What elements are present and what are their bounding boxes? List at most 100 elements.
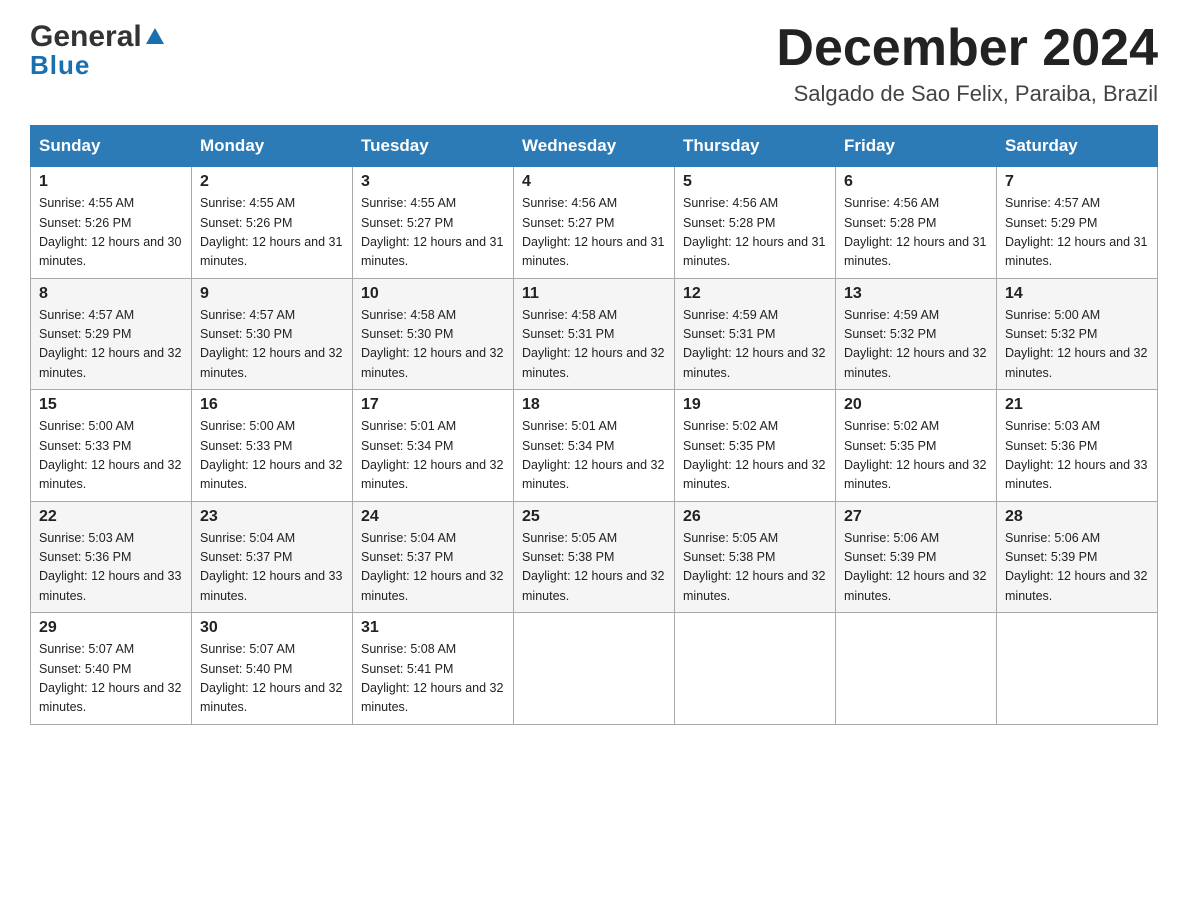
main-title: December 2024 (776, 20, 1158, 77)
calendar-cell: 14 Sunrise: 5:00 AMSunset: 5:32 PMDayligh… (997, 278, 1158, 390)
day-number: 22 (39, 508, 183, 526)
day-number: 16 (200, 396, 344, 414)
calendar-cell: 18Sunrise: 5:01 AMSunset: 5:34 PMDayligh… (514, 390, 675, 502)
header-thursday: Thursday (675, 126, 836, 167)
calendar-cell: 26 Sunrise: 5:05 AMSunset: 5:38 PMDayligh… (675, 501, 836, 613)
day-info: Sunrise: 5:06 AMSunset: 5:39 PMDaylight:… (844, 529, 988, 607)
day-number: 4 (522, 173, 666, 191)
day-number: 24 (361, 508, 505, 526)
calendar-cell: 20Sunrise: 5:02 AMSunset: 5:35 PMDayligh… (836, 390, 997, 502)
day-info: Sunrise: 5:03 AMSunset: 5:36 PMDaylight:… (1005, 417, 1149, 495)
calendar-cell: 12 Sunrise: 4:59 AMSunset: 5:31 PMDayligh… (675, 278, 836, 390)
day-info: Sunrise: 5:01 AMSunset: 5:34 PMDaylight:… (361, 417, 505, 495)
day-number: 28 (1005, 508, 1149, 526)
day-number: 10 (361, 285, 505, 303)
header-saturday: Saturday (997, 126, 1158, 167)
day-info: Sunrise: 4:56 AMSunset: 5:28 PMDaylight:… (844, 194, 988, 272)
logo-triangle-icon (144, 26, 166, 48)
day-number: 20 (844, 396, 988, 414)
day-info: Sunrise: 5:05 AMSunset: 5:38 PMDaylight:… (683, 529, 827, 607)
calendar-cell (997, 613, 1158, 725)
day-info: Sunrise: 4:59 AMSunset: 5:31 PMDaylight:… (683, 306, 827, 384)
day-info: Sunrise: 5:03 AMSunset: 5:36 PMDaylight:… (39, 529, 183, 607)
calendar-cell: 3Sunrise: 4:55 AMSunset: 5:27 PMDaylight… (353, 167, 514, 279)
day-number: 9 (200, 285, 344, 303)
day-number: 17 (361, 396, 505, 414)
header-friday: Friday (836, 126, 997, 167)
calendar-cell: 11 Sunrise: 4:58 AMSunset: 5:31 PMDayligh… (514, 278, 675, 390)
calendar-cell: 5 Sunrise: 4:56 AMSunset: 5:28 PMDaylight… (675, 167, 836, 279)
day-info: Sunrise: 4:56 AMSunset: 5:28 PMDaylight:… (683, 194, 827, 272)
day-number: 25 (522, 508, 666, 526)
calendar-week-row: 15 Sunrise: 5:00 AMSunset: 5:33 PMDayligh… (31, 390, 1158, 502)
day-number: 23 (200, 508, 344, 526)
day-info: Sunrise: 4:57 AMSunset: 5:29 PMDaylight:… (1005, 194, 1149, 272)
day-number: 13 (844, 285, 988, 303)
calendar-cell (675, 613, 836, 725)
calendar-cell: 16 Sunrise: 5:00 AMSunset: 5:33 PMDayligh… (192, 390, 353, 502)
calendar-cell: 4 Sunrise: 4:56 AMSunset: 5:27 PMDaylight… (514, 167, 675, 279)
calendar-cell: 6 Sunrise: 4:56 AMSunset: 5:28 PMDaylight… (836, 167, 997, 279)
calendar-week-row: 29 Sunrise: 5:07 AMSunset: 5:40 PMDayligh… (31, 613, 1158, 725)
calendar-cell: 30 Sunrise: 5:07 AMSunset: 5:40 PMDayligh… (192, 613, 353, 725)
day-number: 3 (361, 173, 505, 191)
day-info: Sunrise: 5:08 AMSunset: 5:41 PMDaylight:… (361, 640, 505, 718)
day-number: 7 (1005, 173, 1149, 191)
calendar-cell (836, 613, 997, 725)
day-number: 8 (39, 285, 183, 303)
day-info: Sunrise: 5:00 AMSunset: 5:33 PMDaylight:… (200, 417, 344, 495)
logo-blue: Blue (30, 50, 90, 81)
day-number: 30 (200, 619, 344, 637)
day-info: Sunrise: 5:02 AMSunset: 5:35 PMDaylight:… (683, 417, 827, 495)
day-number: 26 (683, 508, 827, 526)
header-monday: Monday (192, 126, 353, 167)
logo-general: General (30, 20, 142, 54)
logo: General Blue (30, 20, 166, 81)
day-number: 18 (522, 396, 666, 414)
calendar-cell (514, 613, 675, 725)
header-sunday: Sunday (31, 126, 192, 167)
day-number: 5 (683, 173, 827, 191)
day-number: 29 (39, 619, 183, 637)
day-info: Sunrise: 5:00 AMSunset: 5:32 PMDaylight:… (1005, 306, 1149, 384)
calendar-week-row: 22 Sunrise: 5:03 AMSunset: 5:36 PMDayligh… (31, 501, 1158, 613)
day-number: 1 (39, 173, 183, 191)
day-info: Sunrise: 5:07 AMSunset: 5:40 PMDaylight:… (200, 640, 344, 718)
day-info: Sunrise: 4:55 AMSunset: 5:26 PMDaylight:… (39, 194, 183, 272)
calendar-cell: 24Sunrise: 5:04 AMSunset: 5:37 PMDayligh… (353, 501, 514, 613)
header-wednesday: Wednesday (514, 126, 675, 167)
calendar-cell: 22 Sunrise: 5:03 AMSunset: 5:36 PMDayligh… (31, 501, 192, 613)
calendar-table: SundayMondayTuesdayWednesdayThursdayFrid… (30, 125, 1158, 725)
day-info: Sunrise: 4:58 AMSunset: 5:30 PMDaylight:… (361, 306, 505, 384)
day-info: Sunrise: 4:59 AMSunset: 5:32 PMDaylight:… (844, 306, 988, 384)
day-number: 31 (361, 619, 505, 637)
calendar-cell: 31 Sunrise: 5:08 AMSunset: 5:41 PMDayligh… (353, 613, 514, 725)
day-info: Sunrise: 4:55 AMSunset: 5:26 PMDaylight:… (200, 194, 344, 272)
calendar-cell: 13 Sunrise: 4:59 AMSunset: 5:32 PMDayligh… (836, 278, 997, 390)
calendar-cell: 28Sunrise: 5:06 AMSunset: 5:39 PMDayligh… (997, 501, 1158, 613)
day-number: 2 (200, 173, 344, 191)
calendar-cell: 1 Sunrise: 4:55 AMSunset: 5:26 PMDaylight… (31, 167, 192, 279)
calendar-cell: 21Sunrise: 5:03 AMSunset: 5:36 PMDayligh… (997, 390, 1158, 502)
day-number: 19 (683, 396, 827, 414)
calendar-cell: 17 Sunrise: 5:01 AMSunset: 5:34 PMDayligh… (353, 390, 514, 502)
day-info: Sunrise: 4:56 AMSunset: 5:27 PMDaylight:… (522, 194, 666, 272)
calendar-cell: 7 Sunrise: 4:57 AMSunset: 5:29 PMDaylight… (997, 167, 1158, 279)
day-number: 27 (844, 508, 988, 526)
day-number: 15 (39, 396, 183, 414)
day-info: Sunrise: 4:57 AMSunset: 5:29 PMDaylight:… (39, 306, 183, 384)
calendar-cell: 29 Sunrise: 5:07 AMSunset: 5:40 PMDayligh… (31, 613, 192, 725)
calendar-cell: 19 Sunrise: 5:02 AMSunset: 5:35 PMDayligh… (675, 390, 836, 502)
calendar-cell: 9 Sunrise: 4:57 AMSunset: 5:30 PMDaylight… (192, 278, 353, 390)
day-info: Sunrise: 5:07 AMSunset: 5:40 PMDaylight:… (39, 640, 183, 718)
day-number: 11 (522, 285, 666, 303)
day-number: 12 (683, 285, 827, 303)
calendar-cell: 27 Sunrise: 5:06 AMSunset: 5:39 PMDayligh… (836, 501, 997, 613)
day-number: 14 (1005, 285, 1149, 303)
calendar-header-row: SundayMondayTuesdayWednesdayThursdayFrid… (31, 126, 1158, 167)
day-info: Sunrise: 4:58 AMSunset: 5:31 PMDaylight:… (522, 306, 666, 384)
day-number: 6 (844, 173, 988, 191)
calendar-cell: 2 Sunrise: 4:55 AMSunset: 5:26 PMDaylight… (192, 167, 353, 279)
day-info: Sunrise: 4:57 AMSunset: 5:30 PMDaylight:… (200, 306, 344, 384)
day-info: Sunrise: 5:04 AMSunset: 5:37 PMDaylight:… (200, 529, 344, 607)
